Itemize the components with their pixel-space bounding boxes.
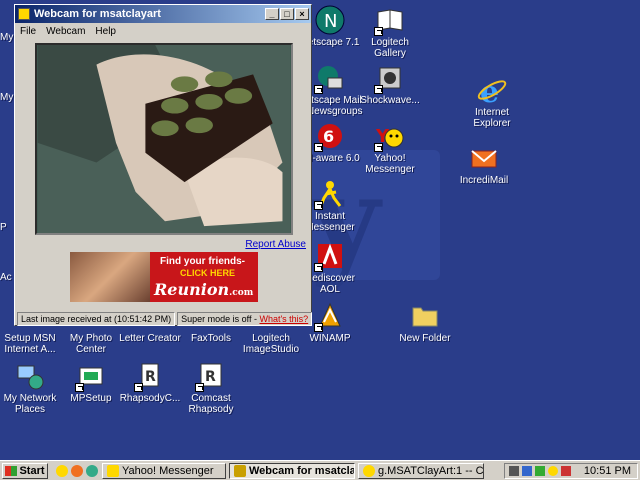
task-yahoo-messenger[interactable]: Yahoo! Messenger: [102, 462, 226, 479]
network-icon: [14, 360, 46, 392]
yahoo-quicklaunch-icon[interactable]: [56, 464, 68, 477]
aol-icon: [314, 240, 346, 272]
banner-photo: [70, 252, 150, 302]
desktop-icon-comcast-rhapsody[interactable]: R Comcast Rhapsody: [175, 360, 247, 415]
webcam-window[interactable]: Webcam for msatclayart _ □ × File Webcam…: [14, 4, 313, 326]
banner-headline: Find your friends-: [160, 256, 245, 267]
mail-icon: [468, 142, 500, 174]
edge-label: My: [0, 92, 14, 103]
task-webcam[interactable]: Webcam for msatcla...: [229, 462, 355, 479]
ie-icon: e: [476, 74, 508, 106]
yahoo-icon: Y: [374, 120, 406, 152]
desktop-icon-incredimail[interactable]: IncrediMail: [448, 142, 520, 186]
reunion-banner-ad[interactable]: Find your friends- CLICK HERE Reunion.co…: [70, 252, 258, 302]
mpsetup-icon: [75, 360, 107, 392]
winamp-icon: [314, 300, 346, 332]
start-button[interactable]: Start: [2, 462, 48, 479]
webcam-video: [35, 43, 293, 235]
network-tray-icon[interactable]: [521, 465, 532, 476]
webcam-icon: [234, 464, 246, 477]
maximize-button[interactable]: □: [280, 8, 294, 20]
clock: 10:51 PM: [583, 464, 631, 477]
task-label: g.MSATClayArt:1 -- Chat: [378, 464, 484, 477]
desktop-icon-yahoo-messenger[interactable]: Y Yahoo! Messenger: [354, 120, 426, 175]
last-image-status: Last image received at (10:51:42 PM): [17, 312, 176, 326]
menu-help[interactable]: Help: [90, 26, 121, 37]
shockwave-icon: [374, 62, 406, 94]
desktop-icon-label: Internet Explorer: [473, 107, 511, 129]
desktop-icon-new-folder[interactable]: New Folder: [389, 300, 461, 344]
desktop-icon-shockwave[interactable]: Shockwave...: [354, 62, 426, 106]
book-icon: [374, 4, 406, 36]
norton-icon[interactable]: [534, 465, 545, 476]
svg-text:6: 6: [323, 127, 334, 146]
edge-label: My: [0, 32, 14, 43]
tray-app-icon[interactable]: [560, 465, 571, 476]
banner-cta: CLICK HERE: [180, 268, 236, 278]
yahoo-icon: [107, 464, 119, 477]
adaware-icon: 6: [314, 120, 346, 152]
desktop-icon-label: New Folder: [399, 333, 451, 344]
mail-quicklaunch-icon[interactable]: [71, 464, 83, 477]
desktop-icon-logitech-gallery[interactable]: Logitech Gallery: [354, 4, 426, 59]
menu-webcam[interactable]: Webcam: [41, 26, 90, 37]
desktop: y My My P Ac N Netscape 7.1 Logitech Gal…: [0, 0, 640, 460]
minimize-button[interactable]: _: [265, 8, 279, 20]
svg-text:R: R: [205, 369, 216, 385]
yahoo-tray-icon[interactable]: [547, 465, 558, 476]
menu-file[interactable]: File: [15, 26, 41, 37]
status-bar: Last image received at (10:51:42 PM) Sup…: [17, 312, 313, 326]
speaker-icon[interactable]: [508, 465, 519, 476]
webcam-app-icon: [18, 8, 30, 20]
edge-label: P: [0, 222, 7, 233]
whats-this-link[interactable]: What's this?: [259, 314, 308, 324]
edge-label: Ac: [0, 272, 12, 283]
netscape-mail-icon: [314, 62, 346, 94]
folder-icon: [409, 300, 441, 332]
window-title: Webcam for msatclayart: [34, 8, 161, 20]
desktop-icon-label: WINAMP: [309, 333, 351, 344]
banner-logo: Reunion.com: [154, 280, 254, 299]
desktop-icon-label: Logitech Gallery: [371, 37, 409, 59]
task-label: Yahoo! Messenger: [122, 464, 214, 477]
svg-text:N: N: [324, 11, 337, 32]
chat-icon: [363, 464, 375, 477]
windows-flag-icon: [5, 465, 18, 476]
rhapsody-icon: R: [134, 360, 166, 392]
svg-text:R: R: [145, 369, 156, 385]
aim-icon: [314, 178, 346, 210]
menubar: File Webcam Help: [15, 23, 311, 39]
desktop-icon-internet-explorer[interactable]: e Internet Explorer: [456, 74, 528, 129]
close-button[interactable]: ×: [295, 8, 309, 20]
netscape-icon: N: [314, 4, 346, 36]
start-label: Start: [19, 464, 45, 477]
desktop-icon-label: Yahoo! Messenger: [365, 153, 415, 175]
task-label: Webcam for msatcla...: [249, 464, 355, 477]
desktop-icon-label: IncrediMail: [459, 175, 509, 186]
window-titlebar[interactable]: Webcam for msatclayart _ □ ×: [15, 5, 311, 23]
taskbar: Start Yahoo! Messenger Webcam for msatcl…: [0, 460, 640, 480]
quick-launch: [56, 464, 98, 477]
task-chat[interactable]: g.MSATClayArt:1 -- Chat: [358, 462, 484, 479]
comcast-icon: R: [195, 360, 227, 392]
report-abuse-link[interactable]: Report Abuse: [245, 239, 306, 250]
super-mode-status: Super mode is off - What's this?: [177, 312, 313, 326]
system-tray: 10:51 PM: [503, 462, 638, 479]
media-quicklaunch-icon[interactable]: [86, 464, 98, 477]
desktop-icon-label: Comcast Rhapsody: [188, 393, 234, 415]
desktop-icon-label: Shockwave...: [360, 95, 420, 106]
